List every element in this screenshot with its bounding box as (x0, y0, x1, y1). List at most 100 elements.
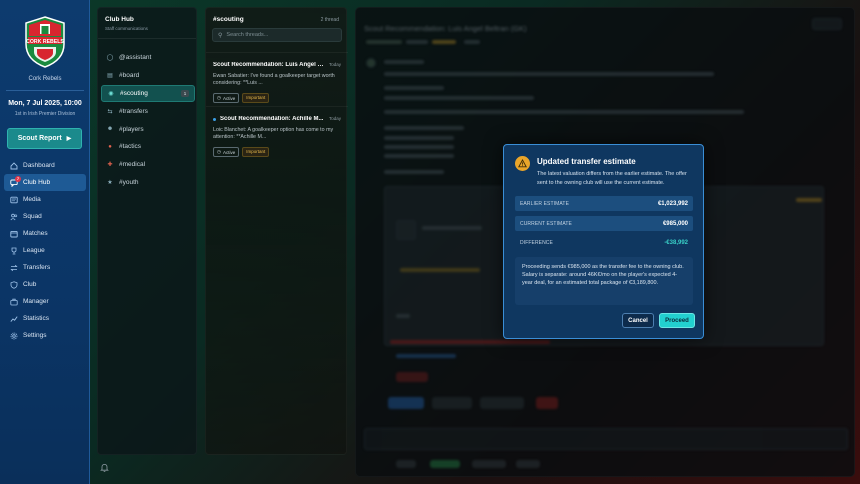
placeholder-avatar (366, 58, 376, 68)
thread-panel: #scouting 2 thread ⚲ Scout Recommendatio… (205, 7, 348, 455)
placeholder-line (390, 340, 550, 344)
channel-assistant[interactable]: ◯ @assistant (101, 49, 195, 67)
search-input[interactable] (226, 32, 337, 38)
placeholder-button (396, 372, 428, 382)
status-label: Active (222, 149, 236, 155)
league-rank: 1st in Irish Premier Division (14, 111, 76, 117)
placeholder-line (384, 72, 714, 76)
placeholder-button (472, 460, 506, 468)
channel-transfers[interactable]: ⇆ #transfers (101, 102, 195, 120)
divider (6, 90, 84, 91)
club-crest-logo: CORK REBELS (25, 16, 65, 68)
thread-preview: Loic Blanchet: A goalkeeper option has c… (213, 127, 334, 140)
row-value: €1,023,992 (657, 200, 688, 207)
nav-squad[interactable]: Squad (4, 208, 86, 225)
earlier-estimate-row: EARLIER ESTIMATE €1,023,992 (515, 196, 693, 211)
nav-label: Matches (23, 230, 48, 237)
nav-label: League (23, 247, 45, 254)
row-label: DIFFERENCE (520, 239, 553, 246)
nav-label: Club (23, 281, 37, 288)
nav-statistics[interactable]: Statistics (4, 310, 86, 327)
channel-youth[interactable]: ★ #youth (101, 174, 195, 192)
thread-search: ⚲ (212, 28, 342, 42)
placeholder-block (396, 220, 416, 240)
placeholder-line (432, 40, 456, 44)
calendar-icon (9, 229, 18, 238)
binoculars-icon: ◉ (108, 90, 114, 97)
squad-icon (9, 212, 18, 221)
media-icon (9, 195, 18, 204)
channel-label: #youth (119, 178, 139, 186)
placeholder-button (430, 460, 460, 468)
play-icon: ▶ (66, 136, 72, 142)
gear-icon (9, 331, 18, 340)
nav-settings[interactable]: Settings (4, 327, 86, 344)
difference-row: DIFFERENCE -€38,992 (515, 235, 693, 250)
channel-scouting[interactable]: ◉ #scouting 1 (101, 84, 195, 103)
thread-count: 2 thread (320, 17, 339, 23)
placeholder-button (388, 397, 424, 409)
chat-icon: ◯ (106, 55, 114, 62)
dialog-title: Updated transfer estimate (537, 157, 636, 166)
thread-date: Today (328, 116, 341, 121)
placeholder-button (396, 460, 416, 468)
proceed-button[interactable]: Proceed (659, 313, 695, 328)
status-badge: ◷ Active (213, 93, 240, 103)
placeholder-button (516, 460, 540, 468)
placeholder-line (384, 60, 424, 64)
placeholder-line (384, 86, 444, 90)
nav-media[interactable]: Media (4, 191, 86, 208)
document-icon: ▤ (107, 73, 113, 80)
unread-badge: 7 (15, 176, 21, 182)
nav-club-hub[interactable]: 7 Club Hub (4, 174, 86, 191)
nav-league[interactable]: League (4, 242, 86, 259)
scout-report-button[interactable]: Scout Report ▶ (7, 128, 82, 149)
dialog-description: The latest valuation differs from the ea… (537, 171, 687, 186)
channel-label: #transfers (119, 107, 148, 115)
channel-medical[interactable]: ✚ #medical (101, 156, 195, 174)
channel-players[interactable]: ☻ #players (101, 120, 195, 138)
crest-wordmark: CORK REBELS (26, 39, 64, 45)
placeholder-line (796, 198, 822, 202)
nav-label: Squad (23, 213, 42, 220)
channel-count-badge: 1 (181, 90, 189, 98)
placeholder-line (464, 40, 480, 44)
placeholder-button (432, 397, 472, 409)
unread-dot (213, 118, 216, 121)
row-value: €985,000 (662, 220, 688, 227)
cancel-button[interactable]: Cancel (622, 313, 654, 328)
club-name: Cork Rebels (28, 76, 62, 82)
nav-transfers[interactable]: Transfers (4, 259, 86, 276)
manager-icon (9, 297, 18, 306)
transfer-estimate-dialog: Updated transfer estimate The latest val… (503, 144, 704, 339)
nav-label: Settings (23, 332, 47, 339)
nav-club[interactable]: Club (4, 276, 86, 293)
nav-label: Club Hub (23, 179, 51, 186)
nav-label: Transfers (23, 264, 51, 271)
placeholder-line (396, 354, 456, 358)
row-label: EARLIER ESTIMATE (520, 200, 570, 207)
thread-item[interactable]: Scout Recommendation: Luis Angel B... To… (206, 52, 348, 104)
channel-board[interactable]: ▤ #board (101, 67, 195, 85)
channel-list: ◯ @assistant ▤ #board ◉ #scouting 1 ⇆ #t… (101, 49, 195, 191)
scout-report-label: Scout Report (17, 135, 62, 142)
stats-icon (9, 314, 18, 323)
shield-icon (9, 280, 18, 289)
channel-label: #tactics (119, 143, 142, 151)
placeholder-line (384, 145, 454, 149)
channel-label: #scouting (120, 89, 148, 97)
nav-label: Manager (23, 298, 49, 305)
placeholder-composer (364, 428, 848, 450)
nav-dashboard[interactable]: Dashboard (4, 157, 86, 174)
thread-title: Scout Recommendation: Luis Angel B... (213, 62, 325, 68)
placeholder-line (366, 40, 402, 44)
thread-item[interactable]: Scout Recommendation: Achille M... Today… (206, 106, 348, 158)
nav-matches[interactable]: Matches (4, 225, 86, 242)
thread-detail-title: Scout Recommendation: Luis Angel Beltran… (364, 24, 527, 33)
thread-tags: ◷ Active Important (213, 147, 270, 157)
channel-tactics[interactable]: ● #tactics (101, 138, 195, 156)
placeholder-line (384, 110, 744, 114)
bell-icon[interactable] (100, 463, 109, 474)
priority-badge: Important (242, 93, 270, 103)
nav-manager[interactable]: Manager (4, 293, 86, 310)
